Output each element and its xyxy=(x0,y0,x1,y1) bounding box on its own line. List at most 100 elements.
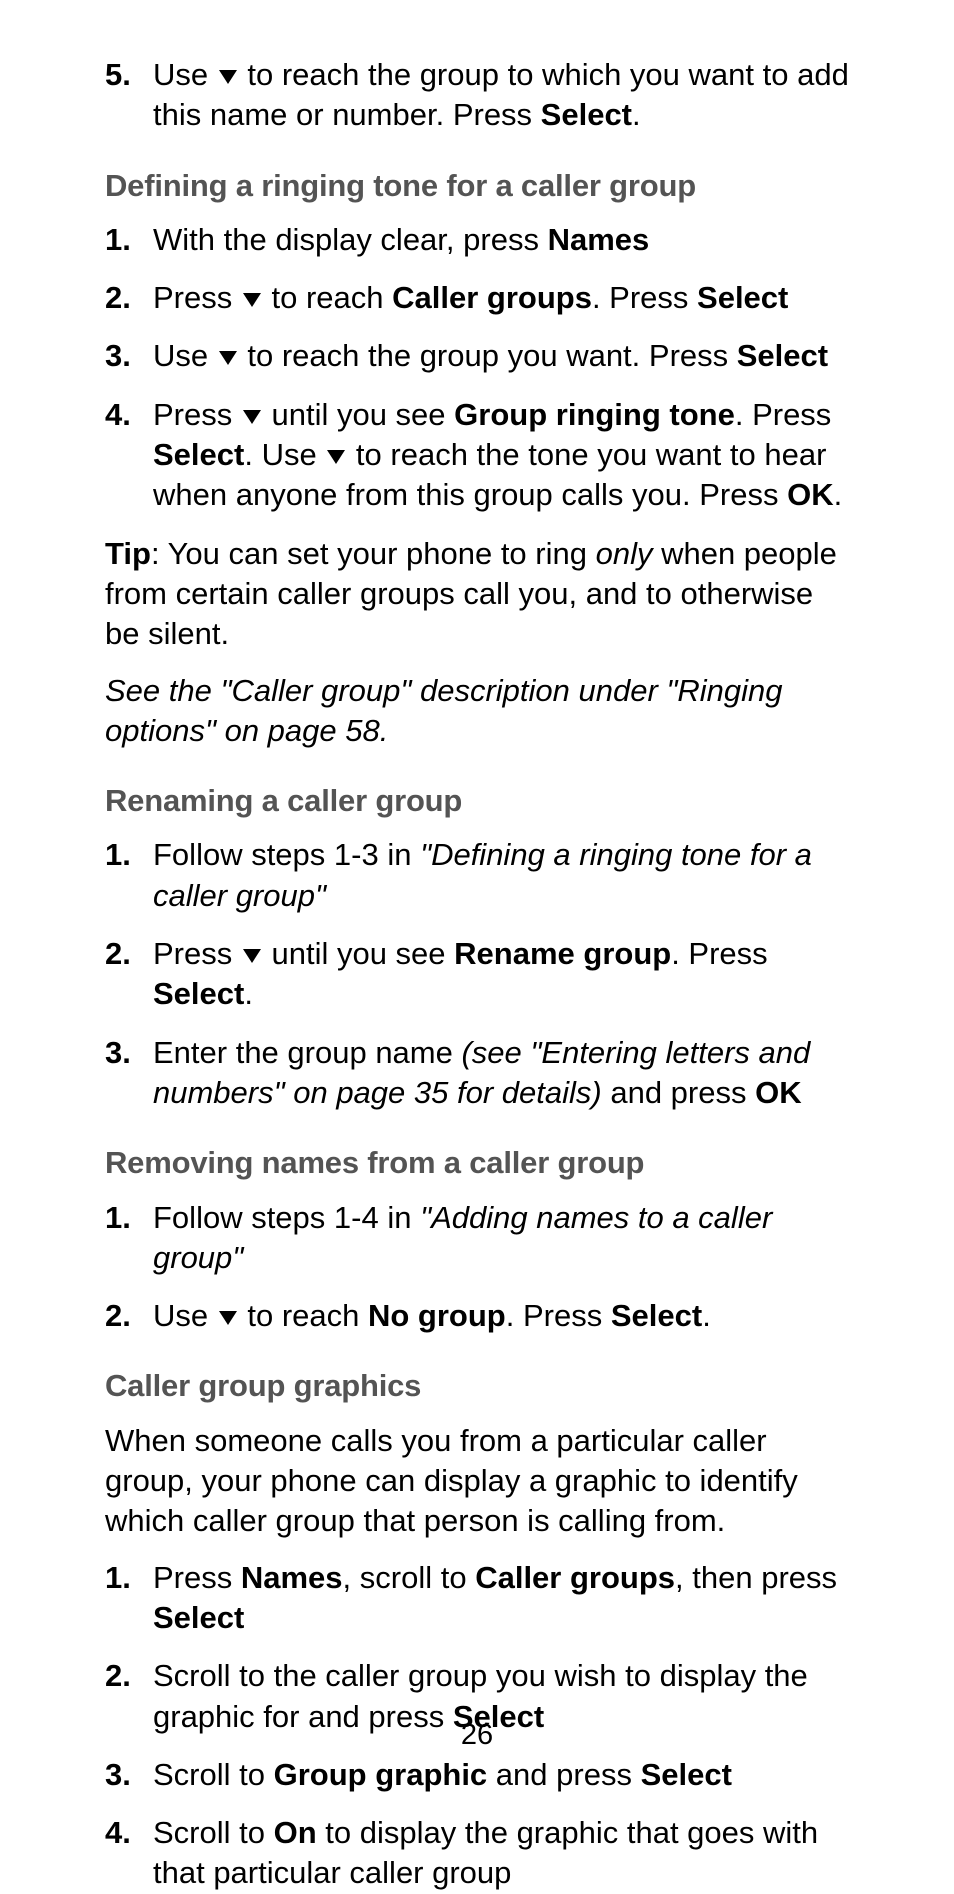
list-body: Use to reach No group. Press Select. xyxy=(153,1296,849,1336)
text: Press xyxy=(153,397,241,432)
list-item: 2. Press to reach Caller groups. Press S… xyxy=(105,278,849,318)
text: to reach the group you want. Press xyxy=(239,338,737,373)
text: , scroll to xyxy=(343,1560,476,1595)
text: to reach xyxy=(239,1298,368,1333)
text: and press xyxy=(487,1757,640,1792)
button-label: Names xyxy=(241,1560,343,1595)
button-label: Select xyxy=(153,1600,244,1635)
list-item: 4. Scroll to On to display the graphic t… xyxy=(105,1813,849,1894)
down-triangle-icon xyxy=(243,949,261,963)
list-marker: 1. xyxy=(105,1558,153,1639)
text: Press xyxy=(153,936,241,971)
text: . Press xyxy=(506,1298,611,1333)
text: Follow steps 1-3 in xyxy=(153,837,420,872)
tip-paragraph: Tip: You can set your phone to ring only… xyxy=(105,534,849,655)
down-triangle-icon xyxy=(243,410,261,424)
menu-label: Caller groups xyxy=(392,280,592,315)
list-body: Use to reach the group you want. Press S… xyxy=(153,336,849,376)
text: Scroll to xyxy=(153,1757,274,1792)
down-triangle-icon xyxy=(243,293,261,307)
emphasis: only xyxy=(596,536,653,571)
text: . xyxy=(632,97,641,132)
button-label: Select xyxy=(697,280,788,315)
text: to reach xyxy=(263,280,392,315)
list-item: 2. Press until you see Rename group. Pre… xyxy=(105,934,849,1015)
list-marker: 3. xyxy=(105,336,153,376)
button-label: OK xyxy=(755,1075,802,1110)
down-triangle-icon xyxy=(219,70,237,84)
text: . Press xyxy=(592,280,697,315)
list-item: 1. Follow steps 1-4 in "Adding names to … xyxy=(105,1198,849,1279)
section-heading: Caller group graphics xyxy=(105,1366,849,1406)
list-body: Press until you see Group ringing tone. … xyxy=(153,395,849,516)
down-triangle-icon xyxy=(327,450,345,464)
section-heading: Defining a ringing tone for a caller gro… xyxy=(105,166,849,206)
text: and press xyxy=(602,1075,755,1110)
button-label: Select xyxy=(153,437,244,472)
text: . Use xyxy=(244,437,325,472)
list-body: Scroll to On to display the graphic that… xyxy=(153,1813,849,1894)
down-triangle-icon xyxy=(219,351,237,365)
text: Use xyxy=(153,338,217,373)
list-marker: 2. xyxy=(105,934,153,1015)
list-item: 4. Press until you see Group ringing ton… xyxy=(105,395,849,516)
text: . Press xyxy=(671,936,767,971)
text: Use xyxy=(153,57,217,92)
list-marker: 5. xyxy=(105,55,153,136)
text: , then press xyxy=(675,1560,837,1595)
button-label: Names xyxy=(548,222,650,257)
text: to reach the group to which you want to … xyxy=(153,57,849,132)
text: With the display clear, press xyxy=(153,222,548,257)
list-marker: 4. xyxy=(105,395,153,516)
list-marker: 2. xyxy=(105,1296,153,1336)
text: Scroll to xyxy=(153,1815,274,1850)
tip-label: Tip xyxy=(105,536,151,571)
text: . xyxy=(834,477,843,512)
menu-label: Group graphic xyxy=(274,1757,488,1792)
list-marker: 4. xyxy=(105,1813,153,1894)
list-body: Follow steps 1-4 in "Adding names to a c… xyxy=(153,1198,849,1279)
section-renaming: Renaming a caller group 1. Follow steps … xyxy=(105,781,849,1113)
list-item: 3. Use to reach the group you want. Pres… xyxy=(105,336,849,376)
list-marker: 1. xyxy=(105,1198,153,1279)
list-body: Press until you see Rename group. Press … xyxy=(153,934,849,1015)
menu-label: Rename group xyxy=(454,936,671,971)
list-item: 1. With the display clear, press Names xyxy=(105,220,849,260)
section-heading: Renaming a caller group xyxy=(105,781,849,821)
list-item: 3. Enter the group name (see "Entering l… xyxy=(105,1033,849,1114)
button-label: Select xyxy=(641,1757,732,1792)
list-marker: 3. xyxy=(105,1033,153,1114)
section-removing: Removing names from a caller group 1. Fo… xyxy=(105,1143,849,1336)
list-marker: 2. xyxy=(105,278,153,318)
menu-label: No group xyxy=(368,1298,506,1333)
text: Enter the group name xyxy=(153,1035,461,1070)
list-body: With the display clear, press Names xyxy=(153,220,849,260)
list-item: 1. Follow steps 1-3 in "Defining a ringi… xyxy=(105,835,849,916)
list-marker: 1. xyxy=(105,835,153,916)
text: Press xyxy=(153,1560,241,1595)
option-label: On xyxy=(274,1815,317,1850)
list-body: Follow steps 1-3 in "Defining a ringing … xyxy=(153,835,849,916)
list-body: Scroll to Group graphic and press Select xyxy=(153,1755,849,1795)
text: . xyxy=(244,976,253,1011)
section-graphics: Caller group graphics When someone calls… xyxy=(105,1366,849,1893)
button-label: Select xyxy=(737,338,828,373)
section-heading: Removing names from a caller group xyxy=(105,1143,849,1183)
text: : You can set your phone to ring xyxy=(151,536,596,571)
text: Follow steps 1-4 in xyxy=(153,1200,420,1235)
list-marker: 1. xyxy=(105,220,153,260)
list-body: Enter the group name (see "Entering lett… xyxy=(153,1033,849,1114)
button-label: Select xyxy=(541,97,632,132)
page-number: 26 xyxy=(0,1717,954,1755)
button-label: Select xyxy=(611,1298,702,1333)
list-item: 5. Use to reach the group to which you w… xyxy=(105,55,849,136)
list-body: Press Names, scroll to Caller groups, th… xyxy=(153,1558,849,1639)
text: until you see xyxy=(263,936,454,971)
menu-label: Group ringing tone xyxy=(454,397,735,432)
text: Use xyxy=(153,1298,217,1333)
list-item: 2. Use to reach No group. Press Select. xyxy=(105,1296,849,1336)
down-triangle-icon xyxy=(219,1311,237,1325)
list-item: 3. Scroll to Group graphic and press Sel… xyxy=(105,1755,849,1795)
cross-reference: See the "Caller group" description under… xyxy=(105,671,849,752)
list-body: Press to reach Caller groups. Press Sele… xyxy=(153,278,849,318)
